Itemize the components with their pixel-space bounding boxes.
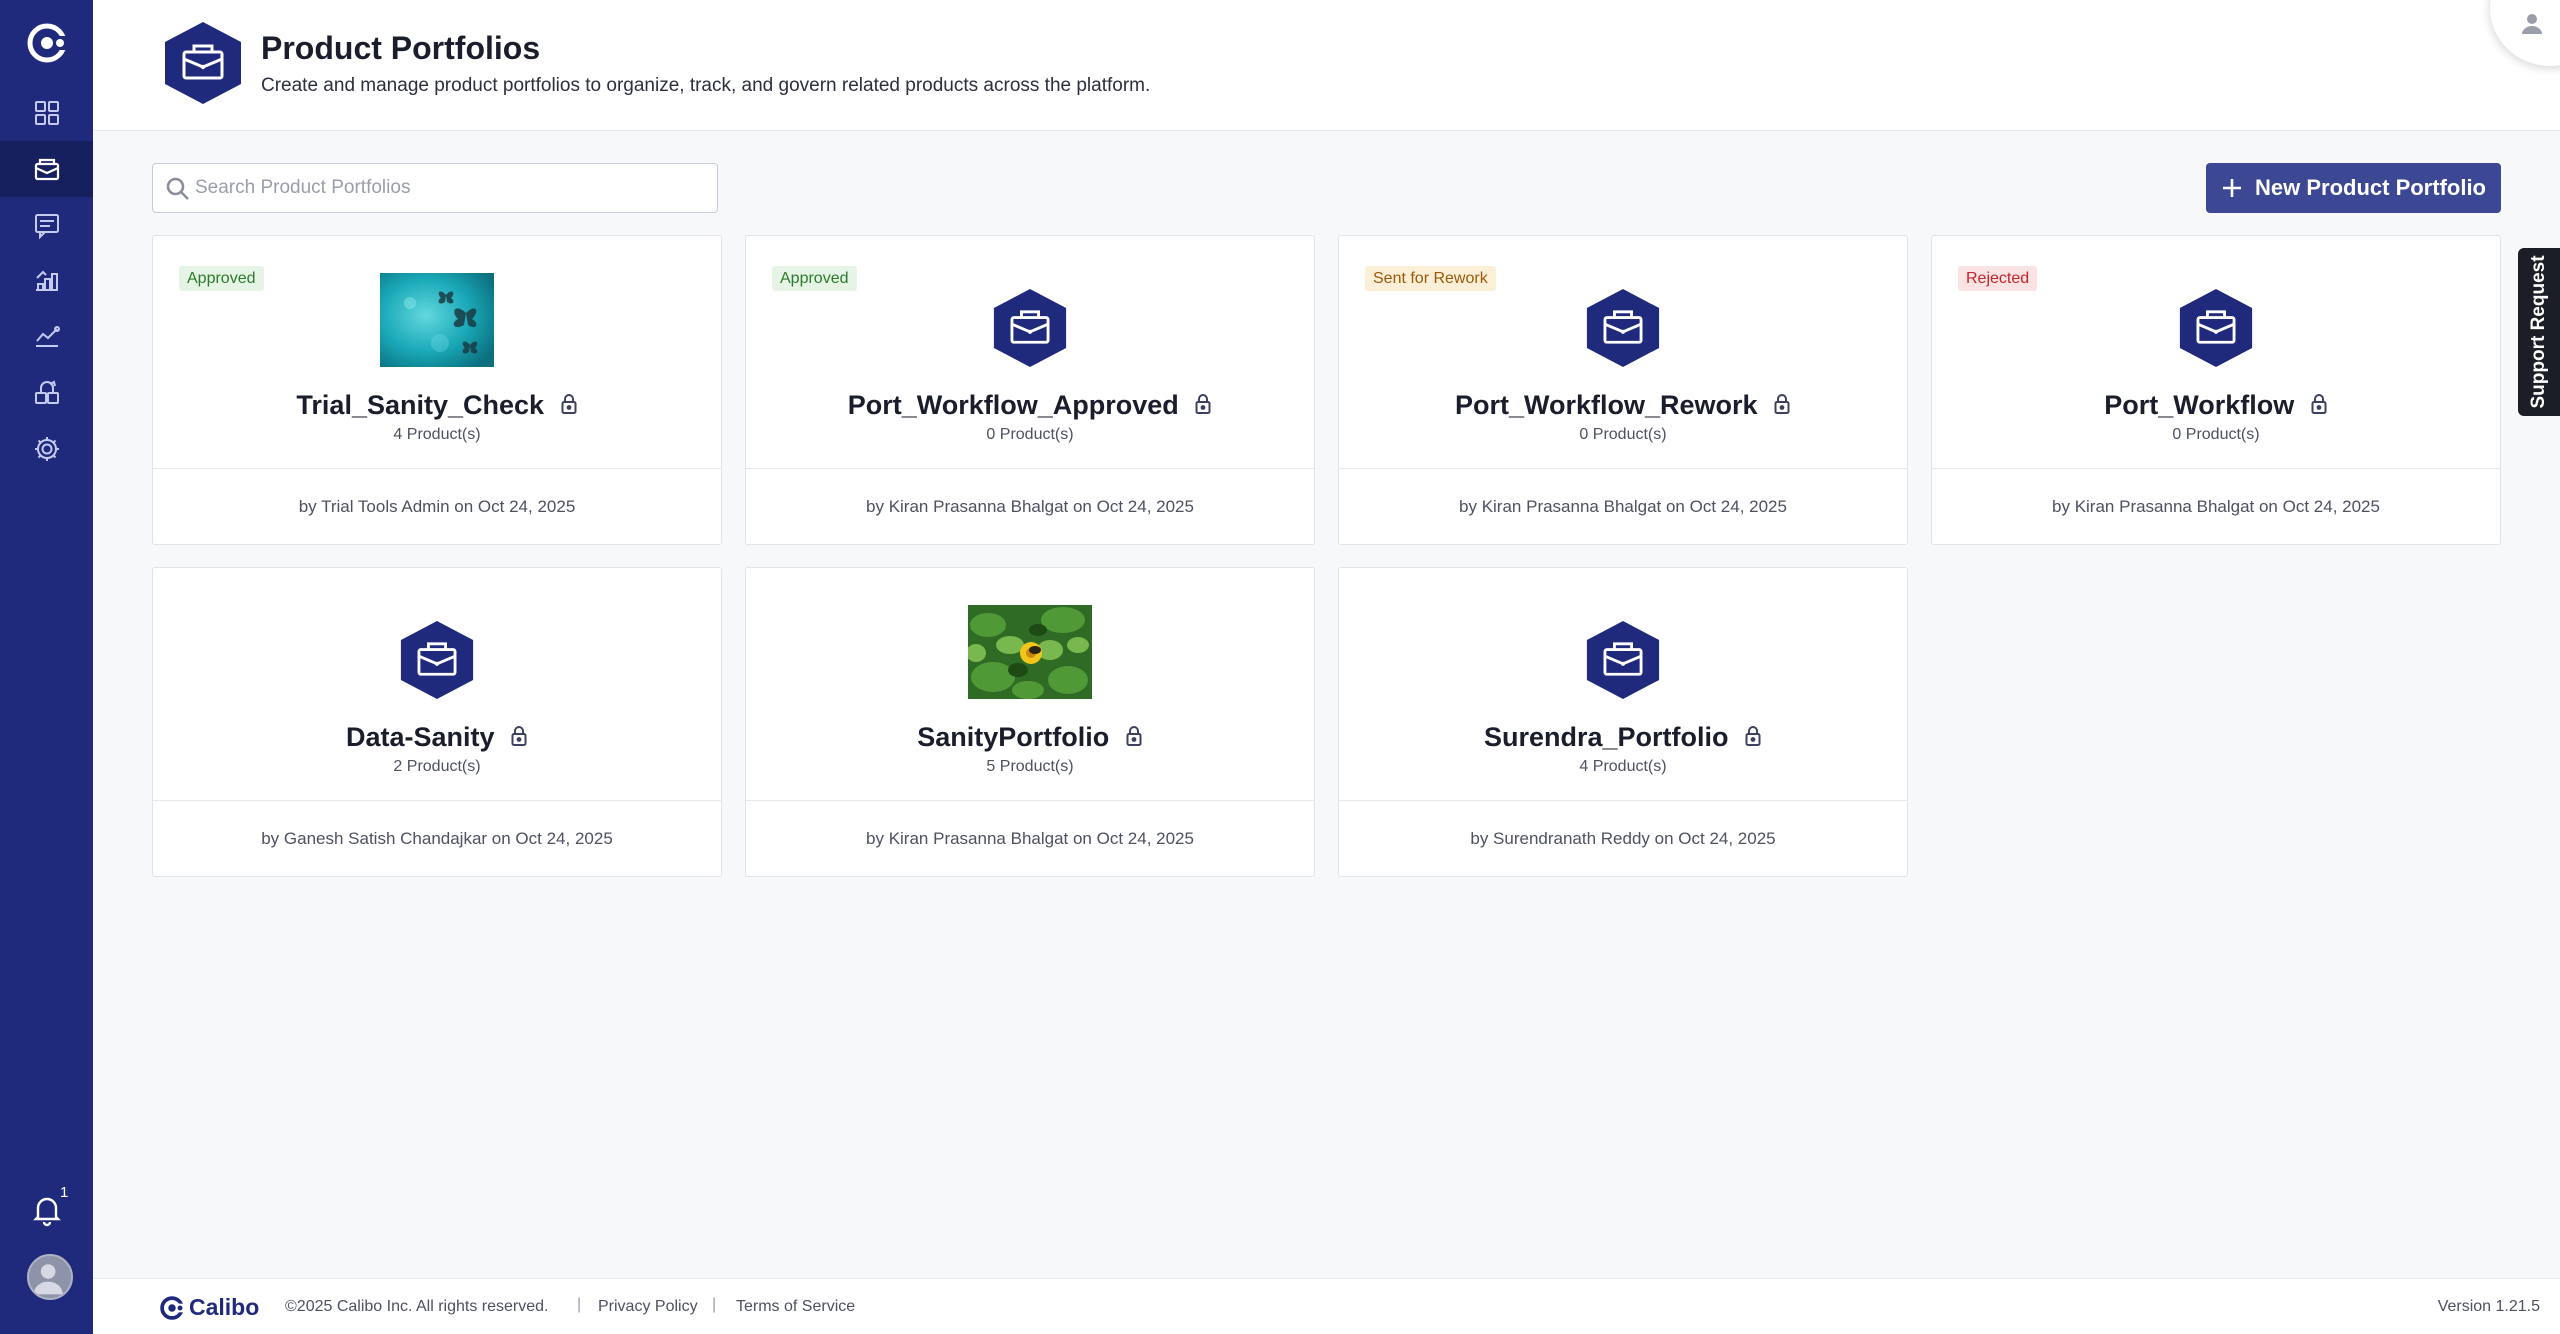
workflow-steps-icon [35,270,58,291]
user-avatar[interactable] [27,1254,73,1300]
portfolio-name[interactable]: Data-Sanity [346,722,495,752]
portfolio-meta: by Kiran Prasanna Bhalgat on Oct 24, 202… [1339,468,1907,544]
message-list-icon [34,214,59,240]
footer-logo: Calibo [159,1294,259,1321]
sidebar: 1 [0,0,93,1334]
turquoise-butterfly-photo [380,273,494,367]
privacy-policy-link[interactable]: Privacy Policy [598,1298,698,1316]
support-request-label: Support Request [2528,255,2549,409]
page-footer: Calibo ©2025 Calibo Inc. All rights rese… [93,1278,2560,1334]
product-portfolio-hex-icon [165,22,241,104]
portfolio-meta: by Ganesh Satish Chandajkar on Oct 24, 2… [153,800,721,876]
page-subtitle: Create and manage product portfolios to … [261,75,1151,96]
hex-briefcase-icon [993,289,1067,367]
support-request-tab[interactable]: Support Request [2518,248,2560,416]
portfolio-meta: by Kiran Prasanna Bhalgat on Oct 24, 202… [746,800,1314,876]
portfolio-card[interactable]: Approved Port_Workflow_Approved 0 Produc… [745,235,1315,545]
footer-copyright: ©2025 Calibo Inc. All rights reserved. [285,1298,549,1315]
footer-separator: | [712,1296,717,1313]
product-count: 0 Product(s) [2172,426,2260,443]
new-product-portfolio-button[interactable]: New Product Portfolio [2206,163,2501,213]
sidebar-item-dashboard[interactable] [0,85,93,141]
new-product-portfolio-label: New Product Portfolio [2255,175,2486,200]
portfolio-card[interactable]: Sent for Rework Port_Workflow_Rework 0 P… [1338,235,1908,545]
sidebar-item-workflow[interactable] [0,253,93,309]
product-count: 4 Product(s) [1579,758,1667,775]
portfolio-card-body[interactable]: SanityPortfolio 5 Product(s) [746,568,1314,800]
sidebar-item-product-portfolios[interactable] [0,141,93,197]
product-portfolio-icon [34,158,59,181]
portfolio-meta: by Kiran Prasanna Bhalgat on Oct 24, 202… [1932,468,2500,544]
hex-briefcase-icon [2179,289,2253,367]
app-version: Version 1.21.5 [2437,1298,2540,1315]
portfolio-image [380,273,494,367]
footer-brand: Calibo [189,1294,260,1320]
lock-icon [1774,394,1790,414]
portfolio-meta: by Kiran Prasanna Bhalgat on Oct 24, 202… [746,468,1314,544]
portfolio-card-body[interactable]: Sent for Rework Port_Workflow_Rework 0 P… [1339,236,1907,468]
sidebar-item-settings[interactable] [0,421,93,477]
status-badge: Sent for Rework [1365,266,1496,291]
portfolio-card[interactable]: SanityPortfolio 5 Product(s) by Kiran Pr… [745,567,1315,877]
analytics-line-icon [35,326,60,347]
status-badge: Approved [772,266,857,291]
portfolio-card-body[interactable]: Data-Sanity 2 Product(s) [153,568,721,800]
plus-icon [2223,179,2241,197]
lock-icon [511,726,527,746]
portfolio-card-body[interactable]: Approved Port_Workflow_Approved 0 Produc… [746,236,1314,468]
product-count: 0 Product(s) [1579,426,1667,443]
sidebar-item-messages[interactable] [0,197,93,253]
sidebar-item-analytics[interactable] [0,309,93,365]
page-title: Product Portfolios [261,30,541,66]
portfolio-image [968,605,1092,699]
portfolio-name[interactable]: Port_Workflow_Rework [1455,390,1758,420]
product-count: 2 Product(s) [393,758,481,775]
settings-gear-icon [34,437,59,461]
lock-icon [1195,394,1211,414]
notification-bell-icon[interactable] [30,1193,64,1227]
hex-briefcase-icon [1586,621,1660,699]
status-badge: Rejected [1958,266,2038,291]
integration-blocks-icon [34,380,59,404]
portfolio-card-body[interactable]: Surendra_Portfolio 4 Product(s) [1339,568,1907,800]
product-count: 5 Product(s) [986,758,1074,775]
portfolio-card-body[interactable]: Rejected Port_Workflow 0 Product(s) [1932,236,2500,468]
hex-briefcase-icon [400,621,474,699]
bee-on-flower-photo [968,605,1092,699]
portfolio-card-body[interactable]: Approved Trial_Sanity_Check 4 Product(s) [153,236,721,468]
portfolio-card[interactable]: Surendra_Portfolio 4 Product(s) by Suren… [1338,567,1908,877]
lock-icon [561,394,577,414]
hex-briefcase-icon [1586,289,1660,367]
portfolio-meta: by Surendranath Reddy on Oct 24, 2025 [1339,800,1907,876]
terms-of-service-link[interactable]: Terms of Service [736,1298,855,1316]
portfolio-meta: by Trial Tools Admin on Oct 24, 2025 [153,468,721,544]
footer-separator: | [577,1296,582,1313]
sidebar-item-integrations[interactable] [0,365,93,421]
portfolio-name[interactable]: Surendra_Portfolio [1484,722,1729,752]
dashboard-grid-icon [34,101,59,125]
portfolio-card[interactable]: Rejected Port_Workflow 0 Product(s) by K… [1931,235,2501,545]
status-badge: Approved [179,266,264,291]
notification-count: 1 [60,1184,69,1201]
lock-icon [1126,726,1142,746]
portfolio-card[interactable]: Approved Trial_Sanity_Check 4 Product(s)… [152,235,722,545]
portfolio-name[interactable]: Port_Workflow_Approved [848,390,1179,420]
calibo-logo-icon[interactable] [26,22,68,64]
page-header: Product Portfolios Create and manage pro… [93,0,2560,131]
product-count: 4 Product(s) [393,426,481,443]
portfolio-name[interactable]: Port_Workflow [2104,390,2294,420]
search-input[interactable] [195,164,705,211]
user-avatar-icon [33,1264,63,1295]
lock-icon [1745,726,1761,746]
portfolio-name[interactable]: SanityPortfolio [917,722,1109,752]
search-box[interactable] [152,163,718,213]
calibo-logo-icon [160,1295,185,1320]
product-count: 0 Product(s) [986,426,1074,443]
user-icon [2522,14,2542,34]
search-icon [166,177,189,200]
portfolio-card[interactable]: Data-Sanity 2 Product(s) by Ganesh Satis… [152,567,722,877]
portfolio-name[interactable]: Trial_Sanity_Check [296,390,544,420]
lock-icon [2311,394,2327,414]
